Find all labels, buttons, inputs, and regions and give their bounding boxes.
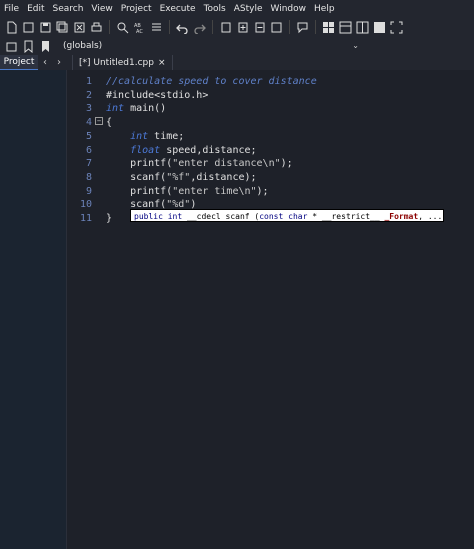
toolbar-separator (289, 20, 290, 34)
redo-icon[interactable] (192, 20, 207, 35)
code-line[interactable]: int time; (106, 130, 184, 143)
toolbar-separator (315, 20, 316, 34)
layout-grid-icon[interactable] (321, 20, 336, 35)
close-icon[interactable]: × (158, 58, 166, 68)
goto-bookmark-icon[interactable] (38, 39, 53, 54)
code-line[interactable]: float speed,distance; (106, 144, 256, 157)
layout-full-icon[interactable] (372, 20, 387, 35)
fullscreen-icon[interactable] (389, 20, 404, 35)
main-toolbar: AB AC (0, 17, 474, 37)
remove-from-project-icon[interactable] (252, 20, 267, 35)
menu-item-help[interactable]: Help (310, 4, 339, 14)
menu-item-edit[interactable]: Edit (23, 4, 48, 14)
line-number: 5 (85, 130, 92, 142)
chevron-left-icon[interactable]: ‹ (38, 57, 52, 68)
save-icon[interactable] (38, 20, 53, 35)
code-line[interactable]: //calculate speed to cover distance (106, 75, 317, 88)
menu-item-project[interactable]: Project (117, 4, 156, 14)
code-line[interactable]: { (106, 116, 112, 129)
menu-item-execute[interactable]: Execute (156, 4, 200, 14)
line-number: 3 (85, 103, 92, 115)
menu-item-window[interactable]: Window (267, 4, 311, 14)
toolbar-separator (109, 20, 110, 34)
close-file-icon[interactable] (72, 20, 87, 35)
tab-bar: Project ‹ › [*] Untitled1.cpp × (0, 55, 474, 70)
code-line[interactable]: scanf("%f",distance); (106, 171, 256, 184)
save-all-icon[interactable] (55, 20, 70, 35)
code-line[interactable]: #include<stdio.h> (106, 89, 208, 102)
menu-item-astyle[interactable]: AStyle (230, 4, 267, 14)
code-line[interactable]: printf("enter time\n"); (106, 185, 269, 198)
menu-bar: File Edit Search View Project Execute Tools ASt… (0, 0, 474, 17)
insert-icon[interactable] (4, 39, 19, 54)
code-editor[interactable]: //calculate speed to cover distance #incl… (106, 70, 474, 549)
open-file-icon[interactable] (21, 20, 36, 35)
menu-item-search[interactable]: Search (49, 4, 88, 14)
svg-text:AC: AC (136, 29, 143, 34)
secondary-toolbar: (globals) ⌄ (0, 37, 474, 55)
scope-dropdown[interactable]: (globals) ⌄ (63, 39, 359, 53)
fold-toggle-icon[interactable]: − (95, 117, 103, 125)
line-number: 10 (79, 199, 92, 211)
new-file-icon[interactable] (4, 20, 19, 35)
line-number-gutter: 1 2 3 4 5 6 7 8 9 10 11 (72, 70, 106, 549)
code-line[interactable]: int main() (106, 102, 166, 115)
code-line[interactable]: } (106, 212, 112, 225)
toolbar-separator (212, 20, 213, 34)
goto-line-icon[interactable] (149, 20, 164, 35)
bookmark-icon[interactable] (21, 39, 36, 54)
tab-untitled1[interactable]: [*] Untitled1.cpp × (72, 55, 173, 70)
layout-split-icon[interactable] (338, 20, 353, 35)
scope-dropdown-value: (globals) (63, 41, 103, 51)
line-number: 8 (85, 171, 92, 183)
undo-icon[interactable] (175, 20, 190, 35)
menu-item-file[interactable]: File (0, 4, 23, 14)
line-number: 1 (85, 76, 92, 87)
project-panel (0, 70, 67, 549)
line-number: 6 (85, 144, 92, 156)
function-calltip: public int __cdecl scanf (const char * _… (130, 209, 444, 222)
line-number: 7 (85, 158, 92, 170)
project-options-icon[interactable] (269, 20, 284, 35)
print-icon[interactable] (89, 20, 104, 35)
line-number: 11 (79, 213, 92, 224)
tab-project[interactable]: Project (0, 55, 38, 70)
chevron-down-icon[interactable]: ⌄ (352, 41, 359, 50)
new-project-icon[interactable] (218, 20, 233, 35)
replace-icon[interactable]: AB AC (132, 20, 147, 35)
line-number: 2 (85, 89, 92, 101)
menu-item-view[interactable]: View (87, 4, 116, 14)
layout-columns-icon[interactable] (355, 20, 370, 35)
add-to-project-icon[interactable] (235, 20, 250, 35)
file-tab-label: [*] Untitled1.cpp (79, 57, 154, 68)
comment-icon[interactable] (295, 20, 310, 35)
code-line[interactable]: printf("enter distance\n"); (106, 157, 293, 170)
line-number: 9 (85, 185, 92, 197)
chevron-right-icon[interactable]: › (52, 57, 66, 68)
find-icon[interactable] (115, 20, 130, 35)
toolbar-separator (169, 20, 170, 34)
menu-item-tools[interactable]: Tools (200, 4, 230, 14)
line-number: 4 (85, 117, 92, 129)
